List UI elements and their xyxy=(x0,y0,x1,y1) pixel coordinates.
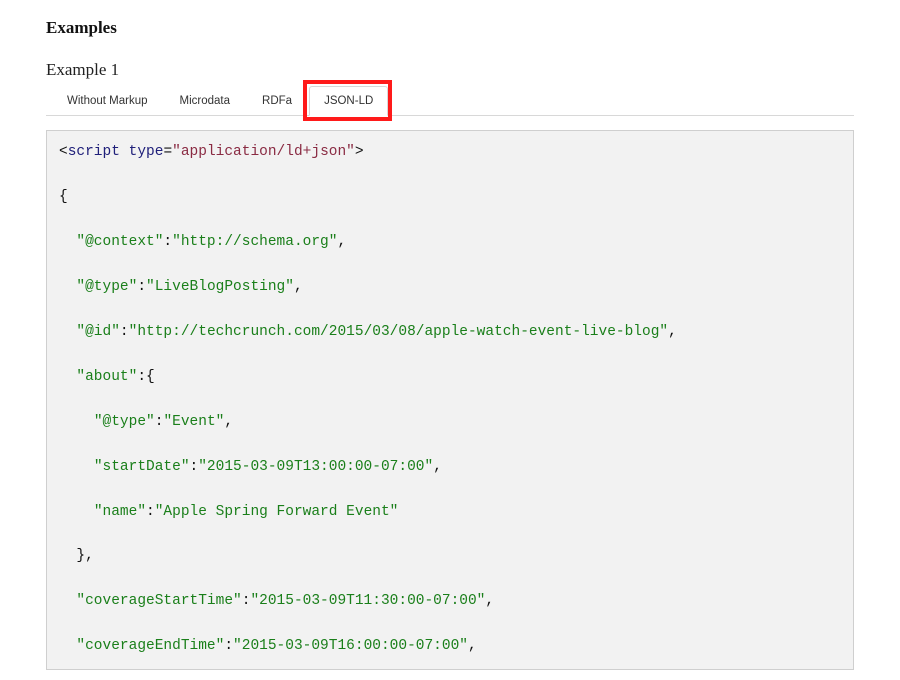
code-token: "@type" xyxy=(94,414,155,430)
code-token: "coverageStartTime" xyxy=(76,593,241,609)
code-token xyxy=(59,638,76,654)
code-token: : xyxy=(137,279,146,295)
code-token: type xyxy=(129,144,164,160)
code-token: "@id" xyxy=(76,324,120,340)
code-token xyxy=(59,369,76,385)
code-token: : xyxy=(190,459,199,475)
code-token: : xyxy=(120,324,129,340)
code-token: , xyxy=(668,324,677,340)
code-token: , xyxy=(224,414,233,430)
code-token: > xyxy=(355,144,364,160)
page: Examples Example 1 Without MarkupMicroda… xyxy=(0,0,900,670)
code-token: "Event" xyxy=(163,414,224,430)
tab-without-markup[interactable]: Without Markup xyxy=(52,86,163,115)
code-token: "about" xyxy=(76,369,137,385)
code-token: , xyxy=(485,593,494,609)
code-token: : xyxy=(163,234,172,250)
code-token: "http://schema.org" xyxy=(172,234,337,250)
code-token: }, xyxy=(59,548,94,564)
code-token xyxy=(59,324,76,340)
code-token xyxy=(59,459,94,475)
code-token: = xyxy=(163,144,172,160)
code-token: :{ xyxy=(137,369,154,385)
code-token: , xyxy=(433,459,442,475)
code-token: "Apple Spring Forward Event" xyxy=(155,504,399,520)
code-token: , xyxy=(468,638,477,654)
code-token: "@context" xyxy=(76,234,163,250)
code-token: "2015-03-09T16:00:00-07:00" xyxy=(233,638,468,654)
code-token: script xyxy=(68,144,120,160)
code-token: < xyxy=(59,144,68,160)
code-token: "application/ld+json" xyxy=(172,144,355,160)
code-token: : xyxy=(224,638,233,654)
code-token xyxy=(59,279,76,295)
code-token: "startDate" xyxy=(94,459,190,475)
code-token: , xyxy=(337,234,346,250)
code-token xyxy=(120,144,129,160)
heading-examples: Examples xyxy=(46,18,854,38)
code-token: { xyxy=(59,189,68,205)
code-token xyxy=(59,414,94,430)
tab-microdata[interactable]: Microdata xyxy=(165,86,246,115)
code-token: "http://techcrunch.com/2015/03/08/apple-… xyxy=(129,324,669,340)
code-token: "name" xyxy=(94,504,146,520)
code-token xyxy=(59,593,76,609)
code-token: : xyxy=(146,504,155,520)
code-token: , xyxy=(294,279,303,295)
code-block: <script type="application/ld+json"> { "@… xyxy=(46,130,854,670)
tab-json-ld[interactable]: JSON-LD xyxy=(309,86,388,116)
tab-rdfa[interactable]: RDFa xyxy=(247,86,307,115)
code-token xyxy=(59,504,94,520)
code-token: "2015-03-09T11:30:00-07:00" xyxy=(250,593,485,609)
tabs-bar: Without MarkupMicrodataRDFaJSON-LD xyxy=(46,86,854,116)
code-token: "coverageEndTime" xyxy=(76,638,224,654)
heading-example-1: Example 1 xyxy=(46,60,854,80)
code-token: "@type" xyxy=(76,279,137,295)
code-token: "LiveBlogPosting" xyxy=(146,279,294,295)
code-token: "2015-03-09T13:00:00-07:00" xyxy=(198,459,433,475)
code-token xyxy=(59,234,76,250)
